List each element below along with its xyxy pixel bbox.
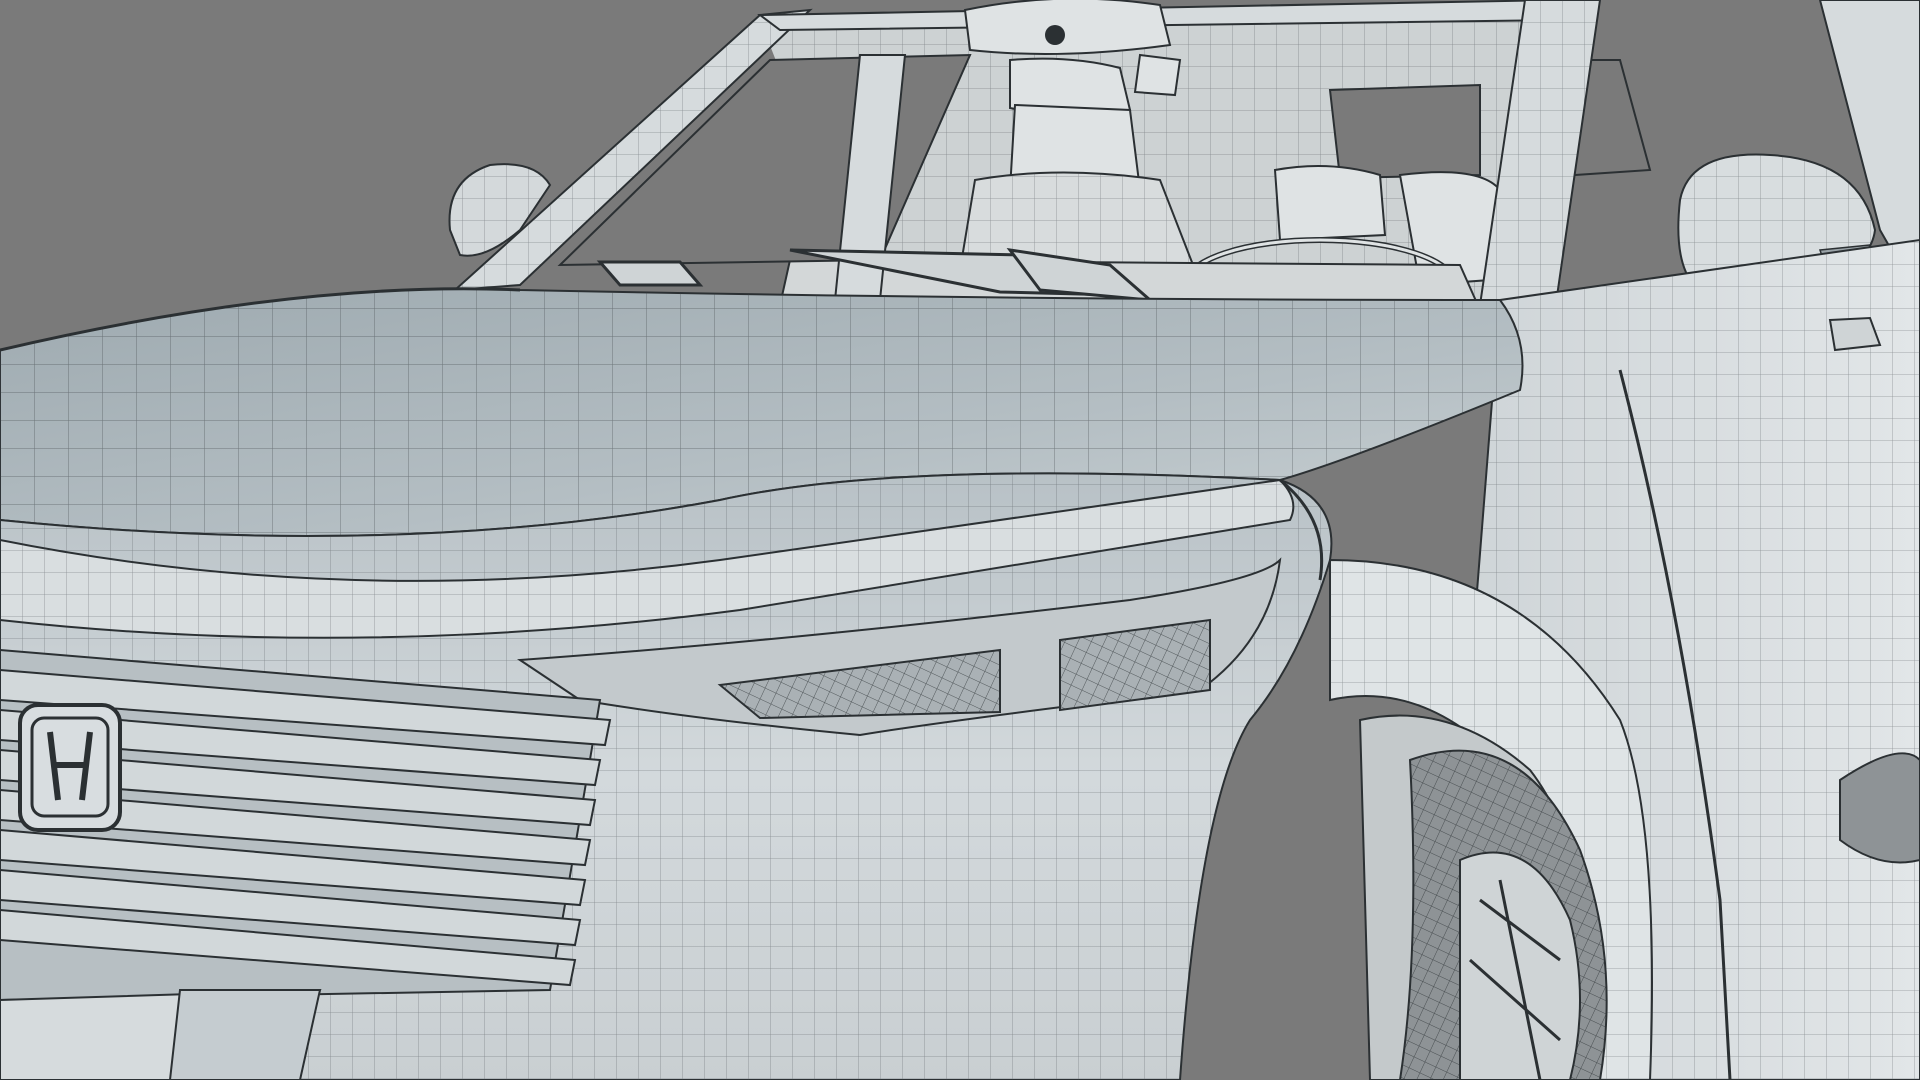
brand-emblem-icon — [18, 703, 122, 832]
door-handle — [1828, 316, 1882, 352]
car-model-render — [0, 0, 1920, 1080]
render-viewport — [0, 0, 1920, 1080]
